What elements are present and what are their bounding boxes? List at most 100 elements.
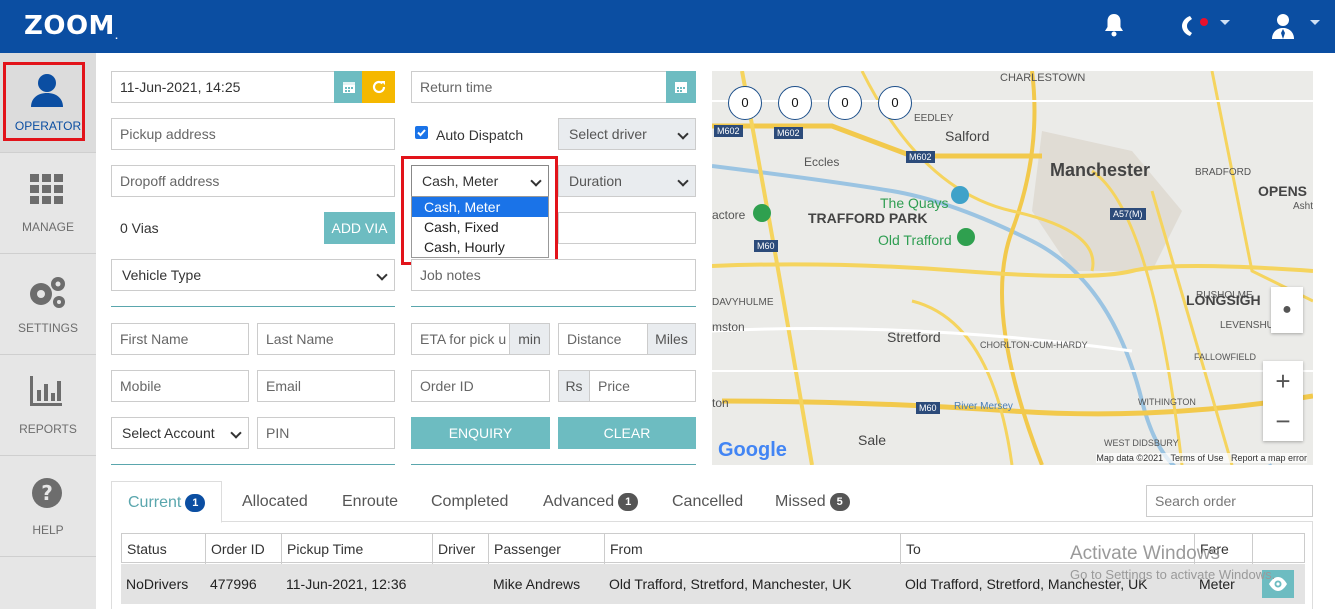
road-badge: M602 — [774, 127, 803, 139]
map-label: actore — [712, 208, 746, 222]
distance-unit: Miles — [647, 323, 696, 355]
map[interactable]: 0 0 0 0 CHARLESTOWN EEDLEY Salford Eccle… — [712, 71, 1313, 465]
map-label: WEST DIDSBURY — [1104, 438, 1179, 448]
pickup-time-field[interactable]: 11-Jun-2021, 14:25 — [111, 71, 335, 103]
road-badge: A57(M) — [1110, 208, 1146, 220]
sidebar-item-help[interactable]: ? HELP — [0, 457, 96, 557]
job-notes-input[interactable]: Job notes — [411, 259, 696, 291]
count-badge: 1 — [185, 493, 206, 512]
sidebar-item-reports[interactable]: REPORTS — [0, 356, 96, 456]
phone-icon[interactable] — [1180, 14, 1230, 41]
chevron-down-icon — [677, 128, 689, 140]
road-badge: M60 — [754, 240, 778, 252]
map-label: CHORLTON-CUM-HARDY — [980, 340, 1088, 350]
tab-current[interactable]: Current 1 — [111, 481, 223, 523]
counter[interactable]: 0 — [778, 86, 812, 120]
column-header[interactable]: From — [605, 534, 901, 564]
tab-completed[interactable]: Completed — [431, 481, 508, 523]
duration-select[interactable]: Duration — [558, 165, 696, 197]
pickup-address-input[interactable]: Pickup address — [111, 118, 395, 150]
map-label: River Mersey — [954, 401, 1013, 412]
map-label: Stretford — [887, 329, 941, 345]
auto-dispatch-checkbox[interactable] — [415, 126, 428, 139]
price-input[interactable]: Price — [589, 370, 696, 402]
divider — [111, 306, 395, 307]
column-header[interactable]: Order ID — [206, 534, 282, 564]
count-badge: 1 — [618, 492, 639, 511]
tab-missed[interactable]: Missed 5 — [775, 481, 850, 523]
street-view-control[interactable]: ● — [1271, 287, 1303, 333]
last-name-input[interactable]: Last Name — [257, 323, 395, 355]
svg-text:?: ? — [41, 481, 53, 505]
calendar-icon[interactable] — [334, 71, 363, 103]
search-order-input[interactable]: Search order — [1146, 485, 1313, 517]
tab-cancelled[interactable]: Cancelled — [672, 481, 743, 523]
add-via-button[interactable]: ADD VIA — [324, 212, 395, 244]
column-header[interactable]: Status — [122, 534, 206, 564]
counter[interactable]: 0 — [828, 86, 862, 120]
map-label: Eccles — [804, 155, 840, 169]
map-label: WITHINGTON — [1138, 397, 1196, 407]
hidden-input[interactable] — [558, 212, 696, 244]
map-label: BRADFORD — [1195, 167, 1252, 178]
bell-icon[interactable] — [1102, 12, 1126, 41]
column-header[interactable]: Pickup Time — [282, 534, 433, 564]
user-menu[interactable] — [1270, 12, 1320, 43]
map-attribution: Map data ©2021 Terms of Use Report a map… — [1096, 453, 1307, 463]
map-label: OPENS — [1258, 183, 1308, 199]
eta-input[interactable]: ETA for pick u — [411, 323, 511, 355]
map-label: TRAFFORD PARK — [808, 210, 928, 226]
grid-icon — [30, 174, 63, 204]
order-id-input[interactable]: Order ID — [411, 370, 550, 402]
select-account-select[interactable]: Select Account — [111, 417, 249, 449]
column-header[interactable]: Driver — [433, 534, 489, 564]
zoom-logo[interactable]: ZOOM. — [24, 11, 118, 41]
highlight-box — [401, 156, 558, 265]
distance-input[interactable]: Distance — [558, 323, 648, 355]
auto-dispatch-label: Auto Dispatch — [436, 127, 524, 143]
calendar-icon[interactable] — [666, 71, 696, 103]
map-label: ton — [712, 396, 729, 410]
enquiry-button[interactable]: ENQUIRY — [411, 417, 550, 449]
return-time-input[interactable]: Return time — [411, 71, 667, 103]
zoom-out-button[interactable]: − — [1263, 401, 1303, 441]
refresh-icon[interactable] — [362, 71, 395, 103]
divider — [411, 306, 696, 307]
vehicle-type-select[interactable]: Vehicle Type — [111, 259, 395, 291]
zoom-control: + − — [1263, 361, 1303, 441]
question-icon: ? — [32, 478, 62, 508]
status-dot — [1200, 18, 1208, 26]
divider — [411, 464, 696, 465]
sidebar-item-settings[interactable]: SETTINGS — [0, 255, 96, 355]
cell-status: NoDrivers — [126, 576, 189, 592]
sidebar-item-manage[interactable]: MANAGE — [0, 154, 96, 254]
column-header[interactable]: Passenger — [489, 534, 605, 564]
user-icon — [1272, 14, 1294, 39]
tab-allocated[interactable]: Allocated — [242, 481, 308, 523]
cell-order-id: 477996 — [210, 576, 257, 592]
map-label: DAVYHULME — [712, 297, 774, 308]
chevron-down-icon — [677, 175, 689, 187]
email-input[interactable]: Email — [257, 370, 395, 402]
road-badge: M60 — [916, 402, 940, 414]
counter[interactable]: 0 — [728, 86, 762, 120]
chevron-down-icon — [230, 427, 242, 439]
terms-link[interactable]: Terms of Use — [1170, 453, 1223, 463]
mobile-input[interactable]: Mobile — [111, 370, 249, 402]
counter[interactable]: 0 — [878, 86, 912, 120]
first-name-input[interactable]: First Name — [111, 323, 249, 355]
map-label: Salford — [945, 128, 990, 144]
map-label: Old Trafford — [878, 232, 952, 248]
select-driver-select[interactable]: Select driver — [558, 118, 696, 150]
dropoff-address-input[interactable]: Dropoff address — [111, 165, 395, 197]
tab-enroute[interactable]: Enroute — [342, 481, 398, 523]
top-bar: ZOOM. — [0, 0, 1335, 53]
pin-input[interactable]: PIN — [257, 417, 395, 449]
map-label: mston — [712, 320, 745, 334]
clear-button[interactable]: CLEAR — [558, 417, 696, 449]
map-label: FALLOWFIELD — [1194, 352, 1257, 362]
zoom-in-button[interactable]: + — [1263, 361, 1303, 401]
report-link[interactable]: Report a map error — [1231, 453, 1307, 463]
tab-advanced[interactable]: Advanced 1 — [543, 481, 639, 523]
pegman-icon: ● — [1282, 301, 1292, 318]
